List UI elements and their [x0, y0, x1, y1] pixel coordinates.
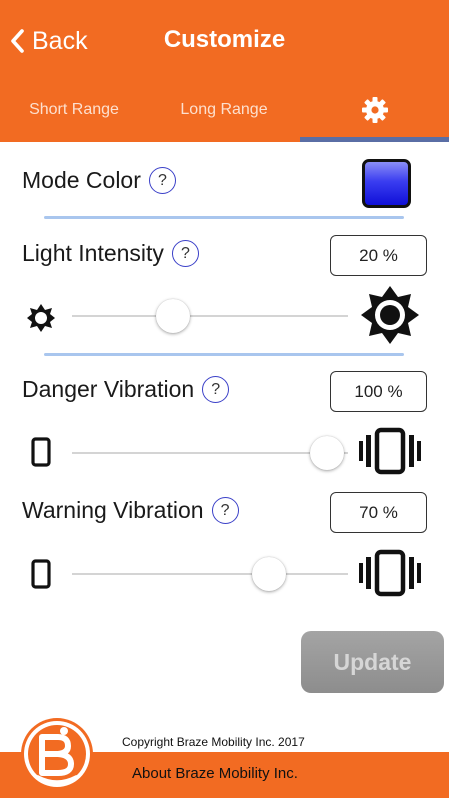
about-link[interactable]: About Braze Mobility Inc.	[132, 765, 298, 782]
warning-vibration-label: Warning Vibration	[22, 497, 204, 523]
slider-thumb[interactable]	[156, 299, 191, 333]
brightness-low-icon	[27, 304, 55, 332]
mode-color-label: Mode Color	[22, 167, 141, 193]
divider	[44, 216, 404, 219]
phone-vibrate-icon	[359, 427, 421, 475]
braze-logo-icon	[21, 718, 93, 790]
danger-vibration-value-field[interactable]: 100 %	[330, 371, 427, 412]
tab-short-range[interactable]: Short Range	[0, 82, 148, 138]
active-tab-indicator	[300, 137, 449, 142]
phone-vibrate-icon	[359, 549, 421, 597]
light-intensity-value-field[interactable]: 20 %	[330, 235, 427, 276]
tab-settings[interactable]	[300, 82, 449, 138]
danger-vibration-label: Danger Vibration	[22, 376, 195, 402]
danger-vibration-row: Danger Vibration ?	[22, 376, 230, 403]
light-intensity-help-button[interactable]: ?	[171, 240, 199, 267]
tab-long-range-label: Long Range	[180, 101, 268, 118]
slider-track	[72, 573, 348, 575]
warning-vibration-slider[interactable]	[72, 557, 348, 591]
warning-vibration-row: Warning Vibration ?	[22, 497, 239, 524]
divider	[44, 353, 404, 356]
slider-thumb[interactable]	[252, 557, 287, 591]
phone-icon	[31, 559, 51, 589]
mode-color-help-button[interactable]: ?	[148, 167, 176, 194]
mode-color-swatch[interactable]	[362, 159, 411, 208]
light-intensity-label: Light Intensity	[22, 240, 164, 266]
brightness-high-icon	[361, 286, 419, 344]
danger-vibration-slider[interactable]	[72, 436, 348, 470]
light-intensity-slider[interactable]	[72, 299, 348, 333]
tab-bar: Short Range Long Range	[0, 82, 449, 142]
tab-short-range-label: Short Range	[29, 101, 119, 118]
mode-color-row: Mode Color ?	[22, 167, 176, 194]
tab-long-range[interactable]: Long Range	[150, 82, 298, 138]
slider-thumb[interactable]	[310, 436, 344, 470]
light-intensity-row: Light Intensity ?	[22, 240, 199, 267]
warning-vibration-value-field[interactable]: 70 %	[330, 492, 427, 533]
slider-track	[72, 315, 348, 317]
update-button[interactable]: Update	[301, 631, 444, 693]
gear-icon	[361, 97, 388, 123]
danger-vibration-help-button[interactable]: ?	[202, 376, 230, 403]
warning-vibration-help-button[interactable]: ?	[211, 497, 239, 524]
page-title: Customize	[163, 26, 286, 53]
phone-icon	[31, 437, 51, 467]
copyright-text: Copyright Braze Mobility Inc. 2017	[122, 735, 305, 749]
slider-track	[72, 452, 348, 454]
